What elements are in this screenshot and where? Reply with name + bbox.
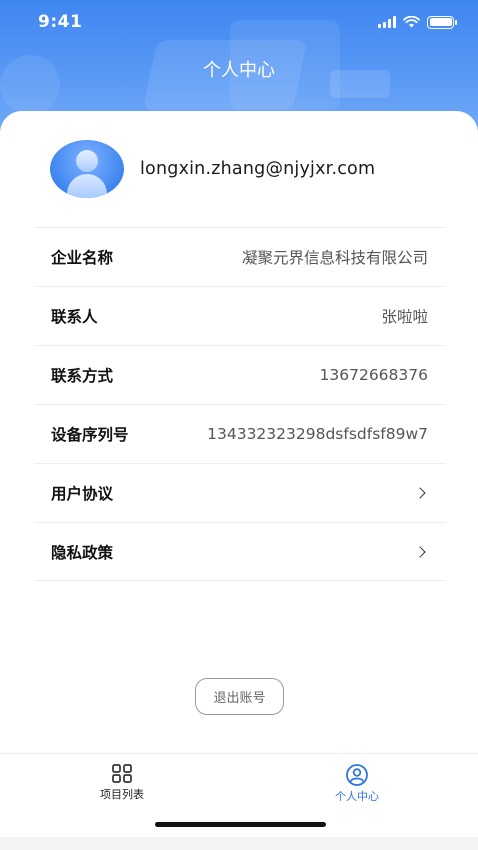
chevron-right-icon (414, 545, 426, 558)
row-contact-phone: 联系方式 13672668376 (34, 345, 446, 404)
profile-header: longxin.zhang@njyjxr.com (50, 140, 375, 198)
row-company-name: 企业名称 凝聚元界信息科技有限公司 (34, 227, 446, 286)
tab-label: 项目列表 (100, 788, 144, 801)
profile-card: longxin.zhang@njyjxr.com 企业名称 凝聚元界信息科技有限… (0, 111, 478, 753)
logout-button[interactable]: 退出账号 (195, 678, 284, 715)
tab-profile[interactable]: 个人中心 (297, 764, 417, 804)
row-label: 设备序列号 (51, 426, 129, 444)
row-contact-person: 联系人 张啦啦 (34, 286, 446, 345)
row-label: 企业名称 (51, 249, 114, 267)
row-user-agreement[interactable]: 用户协议 (34, 463, 446, 522)
user-avatar-icon (50, 140, 124, 198)
chevron-right-icon (414, 487, 426, 499)
row-value: 凝聚元界信息科技有限公司 (241, 249, 428, 267)
row-value: 张啦啦 (381, 308, 428, 326)
row-value: 13672668376 (319, 366, 428, 384)
row-value: 134332323298dsfsdfsf89w7 (207, 425, 428, 443)
row-label: 联系人 (51, 308, 98, 326)
user-email: longxin.zhang@njyjxr.com (140, 159, 376, 179)
profile-icon (346, 764, 368, 786)
row-label: 隐私政策 (51, 543, 114, 562)
row-privacy-policy[interactable]: 隐私政策 (34, 522, 446, 581)
status-bar: 9:41 (0, 0, 478, 44)
tab-bar: 项目列表 个人中心 (0, 753, 478, 837)
row-label: 用户协议 (51, 485, 114, 503)
home-indicator (155, 822, 326, 827)
status-icons (378, 15, 457, 29)
info-list: 企业名称 凝聚元界信息科技有限公司 联系人 张啦啦 联系方式 136726683… (34, 227, 446, 581)
cellular-signal-icon (378, 16, 396, 28)
row-device-serial: 设备序列号 134332323298dsfsdfsf89w7 (34, 404, 446, 463)
page-title: 个人中心 (203, 60, 275, 81)
row-label: 联系方式 (51, 367, 114, 385)
tab-label: 个人中心 (335, 790, 379, 803)
wifi-icon (403, 16, 420, 28)
tab-project-list[interactable]: 项目列表 (62, 764, 182, 802)
status-time: 9:41 (38, 12, 83, 32)
grid-icon (112, 764, 132, 783)
battery-icon (427, 15, 457, 29)
